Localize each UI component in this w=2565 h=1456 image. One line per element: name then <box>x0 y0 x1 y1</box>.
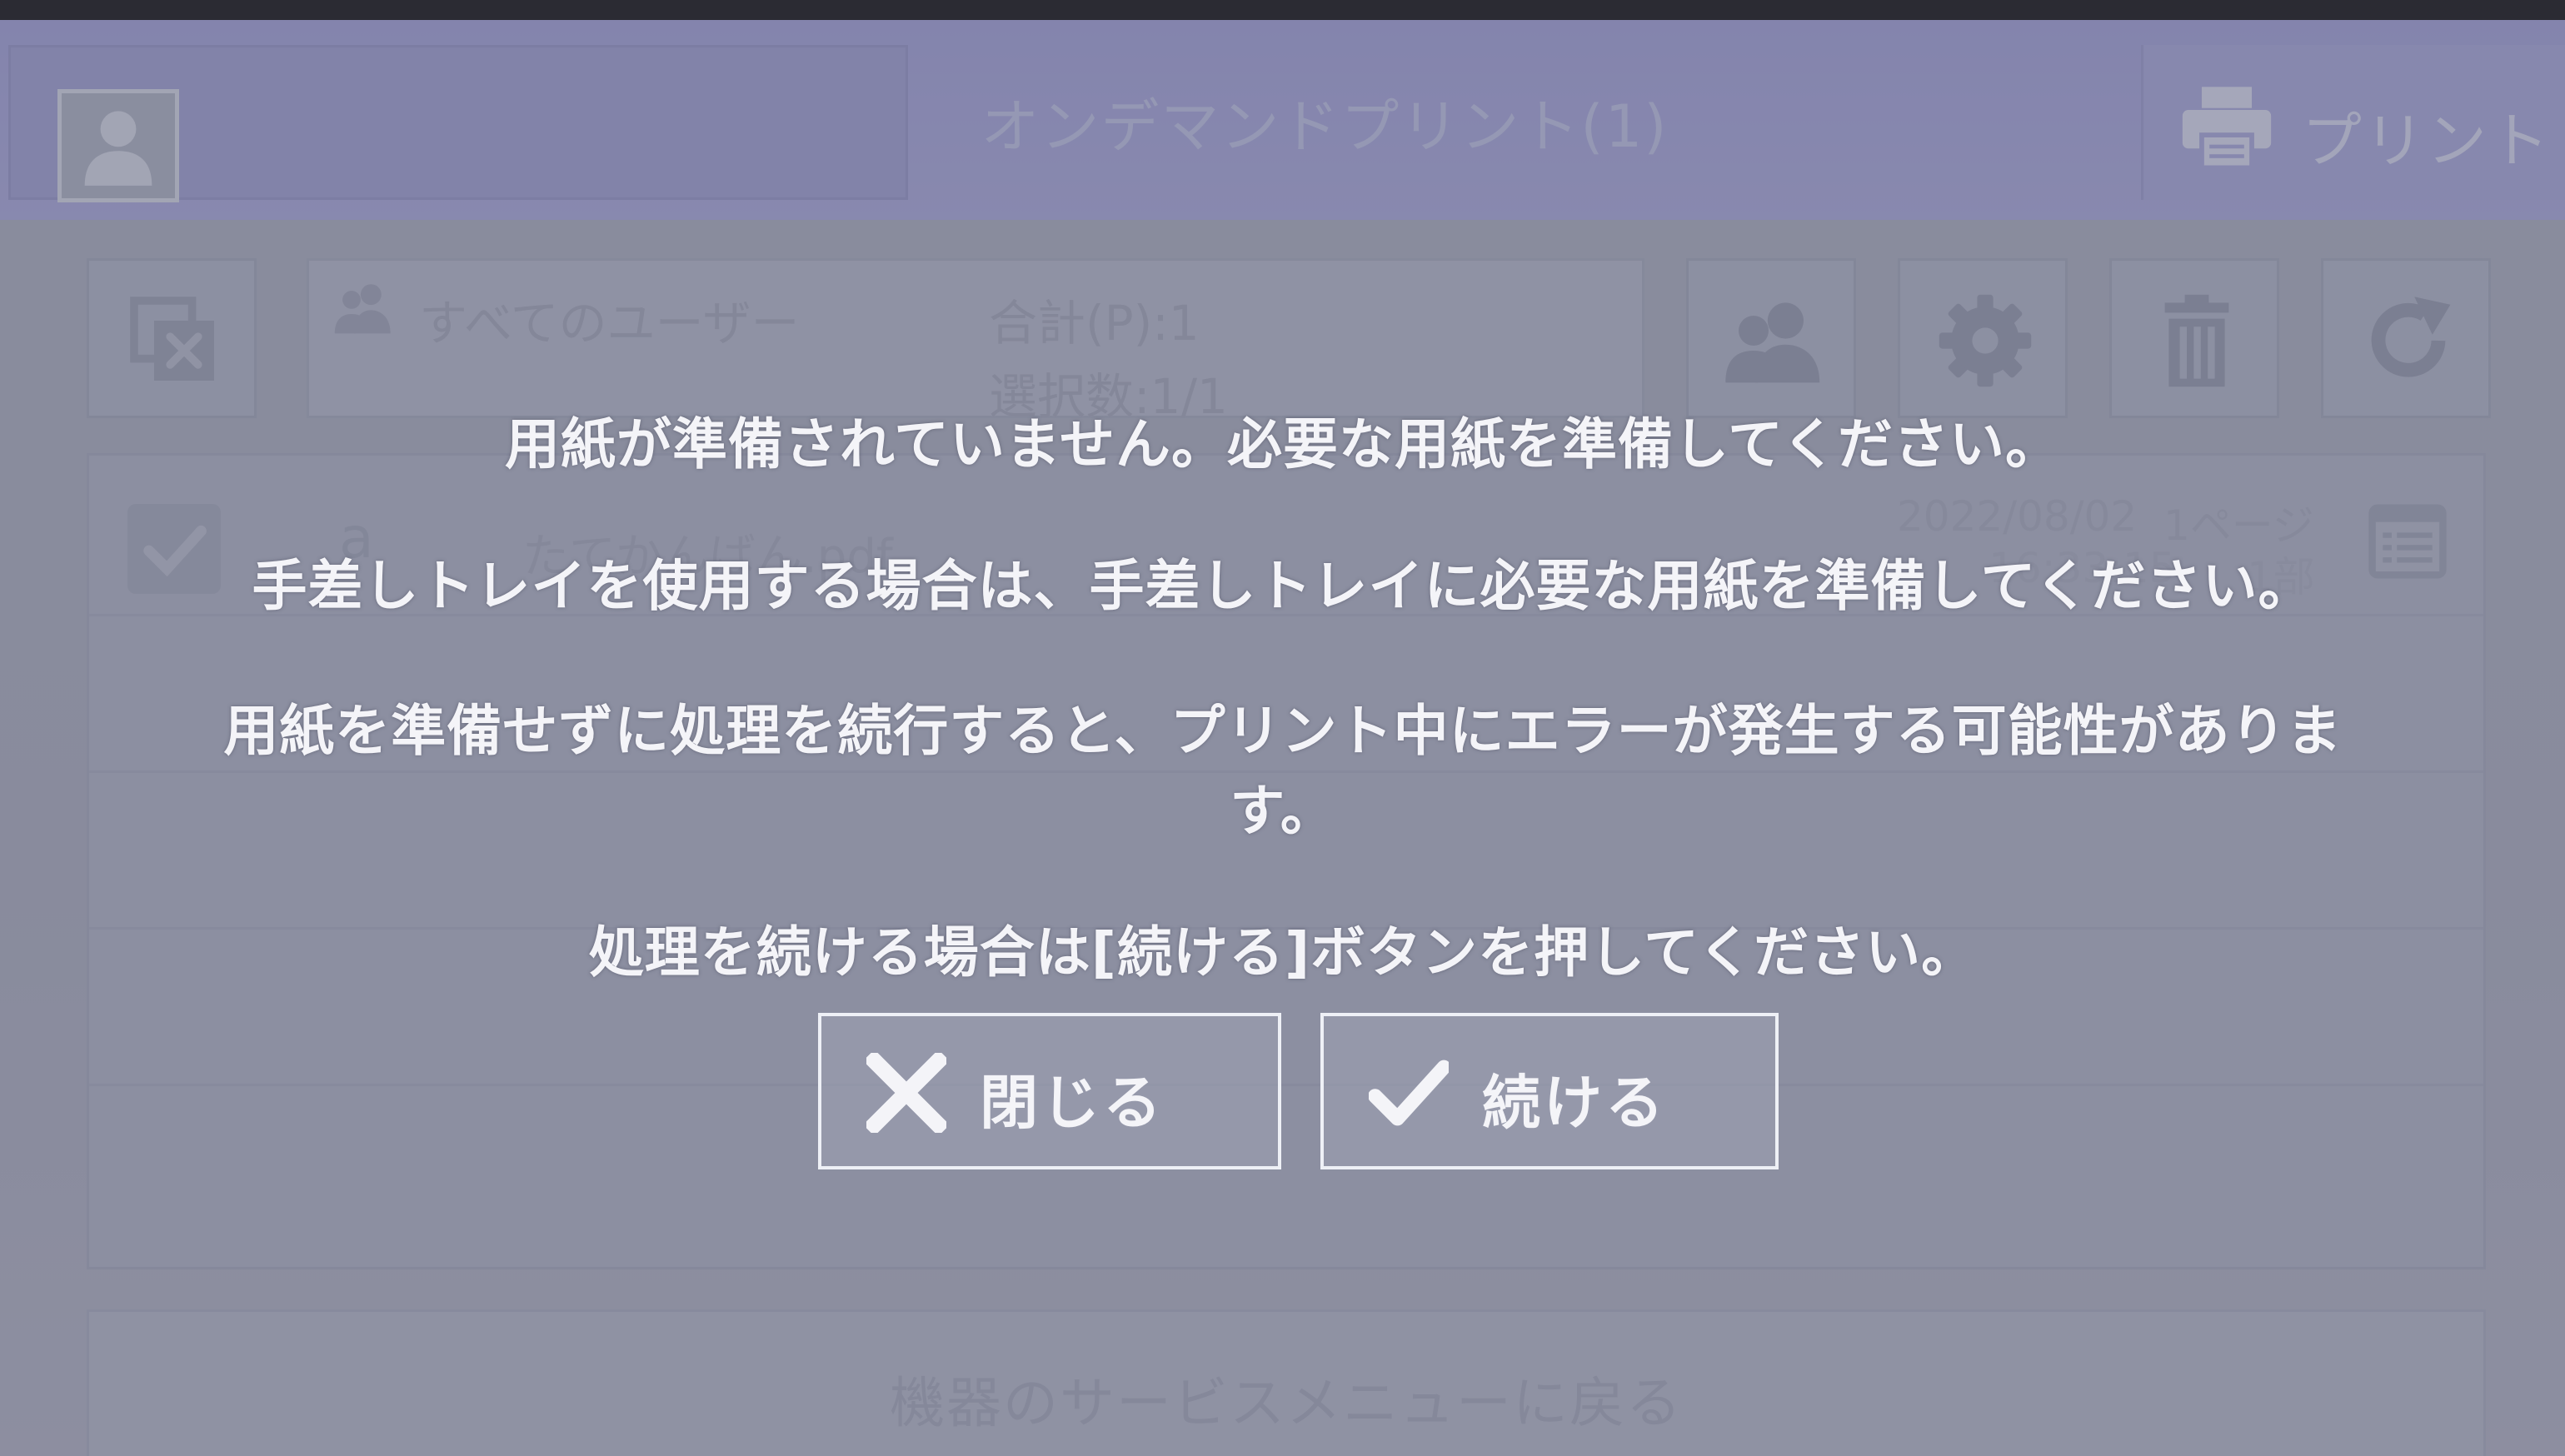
dialog-message-line: 用紙を準備せずに処理を続行すると、プリント中にエラーが発生する可能性がありま <box>223 699 2343 763</box>
dialog-message-line: 手差しトレイを使用する場合は、手差しトレイに必要な用紙を準備してください。 <box>252 554 2314 618</box>
dialog-message-line: 処理を続ける場合は[続ける]ボタンを押してください。 <box>588 920 1978 985</box>
checkmark-icon <box>1369 1060 1449 1126</box>
dialog-message-line: 用紙が準備されていません。必要な用紙を準備してください。 <box>504 412 2062 476</box>
close-button[interactable]: 閉じる <box>818 1013 1281 1169</box>
dialog-message-line: す。 <box>1230 779 1336 843</box>
close-button-label: 閉じる <box>980 1069 1165 1137</box>
close-icon <box>866 1053 946 1133</box>
paper-warning-dialog: 用紙が準備されていません。必要な用紙を準備してください。 手差しトレイを使用する… <box>0 20 2565 1456</box>
touch-screen: オンデマンドプリント(1) プリント すべてのユーザー 合計(P):1 選択数:… <box>0 20 2565 1456</box>
continue-button[interactable]: 続ける <box>1320 1013 1779 1169</box>
continue-button-label: 続ける <box>1482 1069 1667 1137</box>
